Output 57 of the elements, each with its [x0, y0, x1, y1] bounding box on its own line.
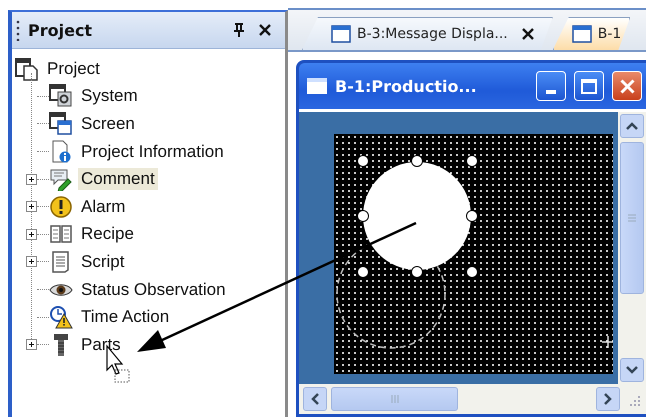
- close-icon[interactable]: [522, 28, 534, 40]
- scroll-up-button[interactable]: [620, 114, 644, 138]
- horizontal-scrollbar[interactable]: [299, 384, 646, 414]
- project-icon: [15, 56, 39, 81]
- tree-item[interactable]: Project Information: [78, 140, 227, 163]
- tree-item[interactable]: Parts: [78, 334, 124, 356]
- tree-item[interactable]: System: [78, 85, 141, 108]
- tree-item[interactable]: Recipe: [78, 223, 137, 246]
- close-button[interactable]: [612, 71, 642, 101]
- crosshair-icon: [601, 335, 613, 349]
- tree-item[interactable]: Alarm: [78, 196, 128, 218]
- tree-item[interactable]: Script: [78, 250, 128, 273]
- resize-handle[interactable]: [466, 210, 478, 222]
- tree-item[interactable]: Project: [44, 58, 103, 80]
- clock-warning-icon: [49, 305, 73, 330]
- tree-item[interactable]: Screen: [78, 112, 138, 135]
- scroll-thumb[interactable]: [620, 142, 644, 294]
- expand-icon[interactable]: [26, 228, 37, 240]
- panel-title: Project: [28, 20, 94, 40]
- window-title: B-1:Productio...: [335, 76, 478, 96]
- window-icon: [331, 25, 351, 43]
- scroll-right-button[interactable]: [596, 387, 620, 411]
- tree-item[interactable]: Time Action: [78, 306, 172, 328]
- circle-shape[interactable]: [363, 162, 471, 270]
- resize-handle[interactable]: [357, 266, 369, 278]
- minimize-icon: [546, 90, 556, 94]
- alert-icon: [49, 194, 73, 219]
- maximize-button[interactable]: [574, 71, 604, 101]
- resize-handle[interactable]: [466, 266, 478, 278]
- expand-icon[interactable]: [26, 339, 37, 350]
- close-icon: [620, 78, 634, 94]
- speech-pencil-icon: [49, 167, 73, 192]
- tree-item[interactable]: Comment: [78, 168, 158, 190]
- resize-handle[interactable]: [411, 266, 423, 278]
- scroll-down-button[interactable]: [620, 358, 644, 382]
- expand-icon[interactable]: [26, 201, 37, 212]
- tree-item[interactable]: Status Observation: [78, 278, 229, 301]
- expand-icon[interactable]: [26, 174, 37, 185]
- tab[interactable]: B-1: [552, 17, 630, 50]
- pin-icon[interactable]: [233, 23, 245, 37]
- window-icon: [572, 25, 592, 43]
- resize-handle[interactable]: [357, 210, 369, 222]
- minimize-button[interactable]: [536, 71, 566, 101]
- resize-handle[interactable]: [411, 155, 423, 167]
- close-icon[interactable]: [259, 24, 271, 36]
- expand-icon[interactable]: [26, 256, 37, 268]
- resize-handle[interactable]: [357, 155, 369, 167]
- resize-handle[interactable]: [466, 155, 478, 167]
- window-icon: [49, 112, 73, 136]
- tab[interactable]: B-3:Message Displa...: [302, 17, 553, 50]
- vertical-scrollbar[interactable]: [618, 112, 646, 384]
- window-icon: [307, 78, 327, 94]
- gear-window-icon: [49, 84, 73, 108]
- scroll-thumb[interactable]: [331, 387, 458, 411]
- grip-icon[interactable]: [16, 19, 20, 41]
- maximize-icon: [581, 78, 597, 94]
- scroll-left-button[interactable]: [303, 387, 327, 411]
